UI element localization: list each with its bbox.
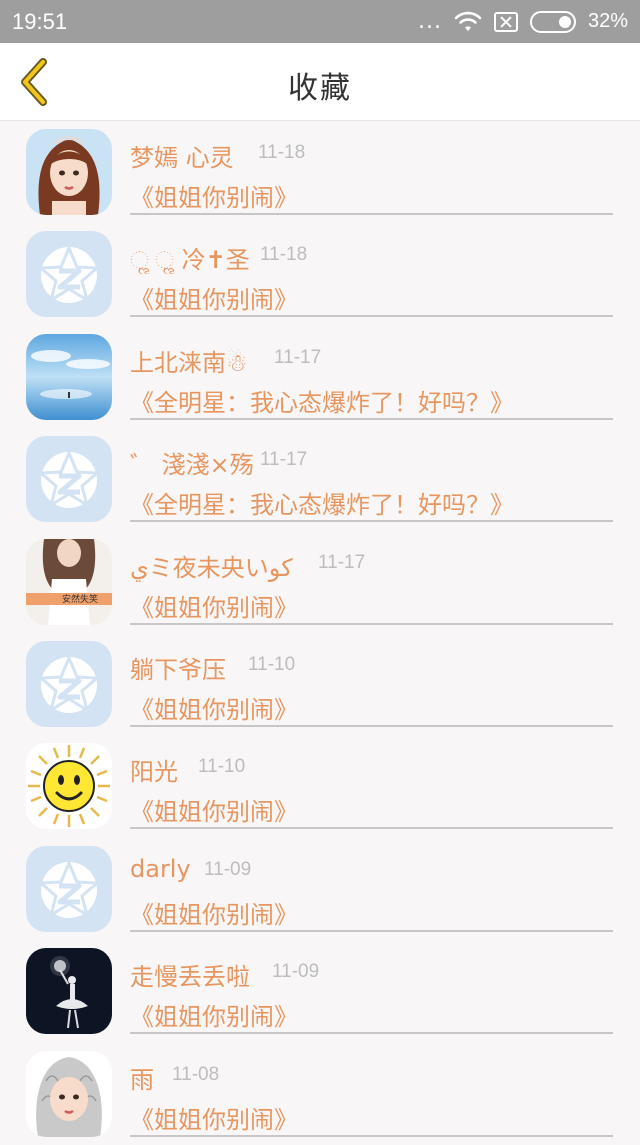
user-name: يミ夜未央いکو (130, 553, 293, 582)
user-name: 阳光 (130, 758, 178, 787)
no-sim-icon (493, 11, 518, 32)
book-title[interactable]: 《姐姐你别闹》 (130, 792, 298, 827)
default-star-avatar[interactable] (26, 845, 112, 932)
book-title[interactable]: 《姐姐你别闹》 (130, 280, 298, 315)
status-icons: ... 32% (418, 10, 628, 33)
divider (130, 520, 613, 523)
user-name: ゛ 淺淺×殇 (130, 451, 254, 480)
book-title[interactable]: 《全明星：我心态爆炸了！好吗？》 (130, 485, 514, 520)
book-title[interactable]: 《姐姐你别闹》 (130, 690, 298, 725)
list-item[interactable]: ૢ ૢ 冷✝圣 11-18 《姐姐你别闹》 (0, 223, 640, 325)
sun-smiley-avatar[interactable] (26, 743, 112, 830)
silver-hair-girl-avatar[interactable] (26, 1050, 112, 1137)
divider (130, 1134, 613, 1137)
item-date: 11-09 (204, 858, 252, 880)
book-title[interactable]: 《全明星：我心态爆炸了！好吗？》 (130, 383, 514, 418)
divider (130, 827, 613, 830)
user-name: 上北涞南☃ (130, 348, 248, 377)
book-title[interactable]: 《姐姐你别闹》 (130, 178, 298, 213)
user-name: 雨 (130, 1065, 154, 1094)
list-item[interactable]: darly 11-09 《姐姐你别闹》 (0, 838, 640, 940)
list-item[interactable]: 阳光 11-10 《姐姐你别闹》 (0, 735, 640, 837)
default-star-avatar[interactable] (26, 640, 112, 727)
user-name: 躺下爷压 (130, 655, 226, 684)
book-title[interactable]: 《姐姐你别闹》 (130, 997, 298, 1032)
item-date: 11-17 (274, 346, 322, 368)
battery-icon (529, 10, 576, 33)
list-item[interactable]: 安然失笑 يミ夜未央いکو 11-17 《姐姐你别闹》 (0, 531, 640, 633)
divider (130, 1032, 613, 1035)
battery-percent: 32% (587, 10, 628, 32)
book-title[interactable]: 《姐姐你别闹》 (130, 1100, 298, 1135)
user-name: ૢ ૢ 冷✝圣 (130, 246, 250, 275)
list-item[interactable]: 上北涞南☃ 11-17 《全明星：我心态爆炸了！好吗？》 (0, 326, 640, 428)
divider (130, 213, 613, 215)
default-star-avatar[interactable] (26, 436, 112, 523)
list-item[interactable]: 雨 11-08 《姐姐你别闹》 (0, 1043, 640, 1145)
book-title[interactable]: 《姐姐你别闹》 (130, 588, 298, 623)
item-date: 11-10 (248, 653, 296, 675)
list-item[interactable]: 躺下爷压 11-10 《姐姐你别闹》 (0, 633, 640, 735)
user-name: 走慢丢丢啦 (130, 963, 250, 992)
page-title: 收藏 (288, 71, 352, 106)
status-time: 19:51 (12, 8, 68, 34)
nav-bar: 收藏 (0, 43, 640, 121)
divider (130, 622, 613, 625)
list-item[interactable]: 梦嫣 心灵 11-18 《姐姐你别闹》 (0, 121, 640, 223)
item-date: 11-09 (272, 961, 320, 983)
dancer-night-avatar[interactable] (26, 948, 112, 1035)
battery-fill (558, 15, 571, 28)
more-dots-icon: ... (417, 8, 442, 34)
item-date: 11-17 (260, 449, 308, 471)
status-bar: 19:51 ... 32% (0, 0, 640, 43)
photo-woman-avatar[interactable]: 安然失笑 (26, 538, 112, 625)
book-title[interactable]: 《姐姐你别闹》 (130, 895, 298, 930)
svg-text:安然失笑: 安然失笑 (62, 593, 98, 605)
sky-sea-avatar[interactable] (26, 333, 112, 420)
divider (130, 315, 613, 318)
item-date: 11-10 (198, 756, 246, 778)
item-date: 11-18 (258, 142, 306, 163)
wifi-icon (454, 11, 482, 31)
item-date: 11-18 (260, 244, 308, 266)
list-item[interactable]: 走慢丢丢啦 11-09 《姐姐你别闹》 (0, 940, 640, 1042)
item-date: 11-08 (172, 1063, 220, 1085)
favorites-list: 梦嫣 心灵 11-18 《姐姐你别闹》ૢ ૢ 冷✝圣 11-18 《姐姐你别闹》 上北涞南… (0, 121, 640, 1145)
item-date: 11-17 (318, 551, 366, 573)
list-item[interactable]: ゛ 淺淺×殇 11-17 《全明星：我心态爆炸了！好吗？》 (0, 428, 640, 530)
default-star-avatar[interactable] (26, 231, 112, 318)
divider (130, 417, 613, 420)
divider (130, 929, 613, 932)
user-name: darly (130, 854, 191, 883)
user-name: 梦嫣 心灵 (130, 144, 234, 172)
girl-portrait-avatar[interactable] (26, 129, 112, 215)
divider (130, 724, 613, 727)
